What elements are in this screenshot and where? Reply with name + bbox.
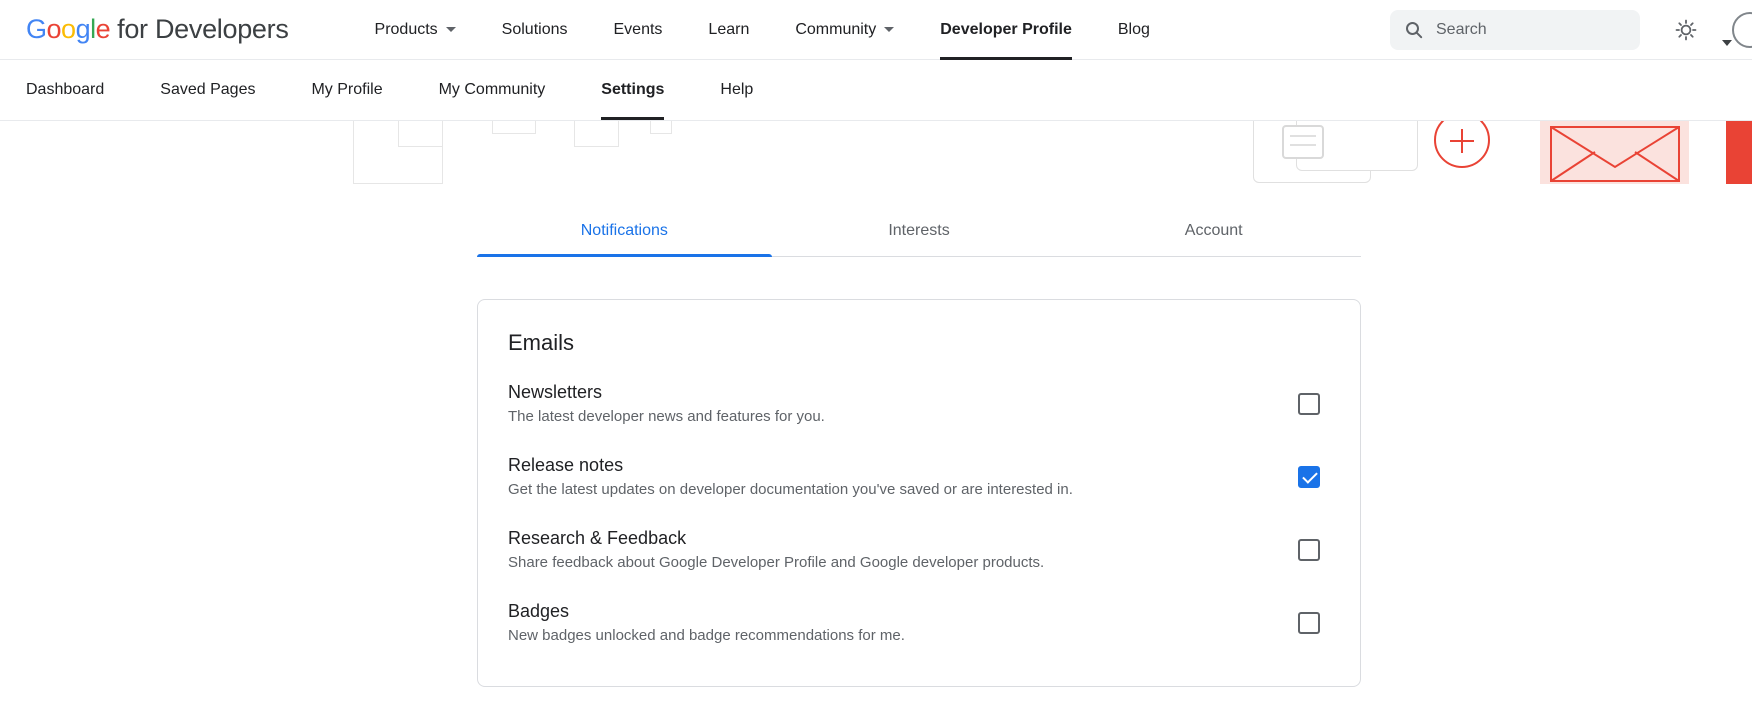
- plus-circle-icon: [1434, 121, 1490, 168]
- nav-item-label: Blog: [1118, 21, 1150, 39]
- subnav-item-my-community[interactable]: My Community: [439, 60, 546, 120]
- google-logo-text: Google: [26, 14, 110, 45]
- setting-text: Research & Feedback Share feedback about…: [508, 528, 1044, 571]
- grid-decoration: [398, 121, 443, 147]
- nav-item-learn[interactable]: Learn: [708, 0, 749, 60]
- nav-item-developer-profile[interactable]: Developer Profile: [940, 0, 1072, 60]
- nav-item-label: Developer Profile: [940, 21, 1072, 39]
- nav-item-products[interactable]: Products: [375, 0, 456, 60]
- setting-text: Badges New badges unlocked and badge rec…: [508, 601, 905, 644]
- tab-label: Interests: [888, 222, 949, 239]
- grid-decoration: [492, 121, 536, 134]
- subnav-item-help[interactable]: Help: [720, 60, 753, 120]
- nav-item-label: Products: [375, 21, 438, 39]
- card-title: Emails: [508, 330, 1330, 356]
- google-developers-logo[interactable]: Google for Developers: [26, 14, 289, 45]
- nav-item-blog[interactable]: Blog: [1118, 0, 1150, 60]
- header-right: [1390, 10, 1752, 50]
- setting-text: Release notes Get the latest updates on …: [508, 455, 1073, 498]
- setting-row-research-feedback: Research & Feedback Share feedback about…: [508, 528, 1330, 571]
- subnav-item-label: Saved Pages: [160, 81, 255, 99]
- light-mode-sun-icon: [1674, 18, 1698, 42]
- subnav-item-settings[interactable]: Settings: [601, 60, 664, 120]
- logo-letter: o: [61, 14, 76, 44]
- logo-letter: e: [96, 14, 111, 44]
- setting-row-release-notes: Release notes Get the latest updates on …: [508, 455, 1330, 498]
- nav-item-label: Learn: [708, 21, 749, 39]
- subnav-item-label: Help: [720, 81, 753, 99]
- chevron-down-icon: [884, 27, 894, 32]
- grid-decoration: [650, 121, 672, 134]
- setting-description: New badges unlocked and badge recommenda…: [508, 627, 905, 644]
- main-nav: Products Solutions Events Learn Communit…: [375, 0, 1150, 60]
- nav-item-label: Community: [795, 21, 876, 39]
- account-menu[interactable]: [1732, 12, 1752, 48]
- search-icon: [1404, 20, 1424, 40]
- setting-description: Share feedback about Google Developer Pr…: [508, 554, 1044, 571]
- nav-item-community[interactable]: Community: [795, 0, 894, 60]
- red-bar-decoration: [1726, 121, 1752, 184]
- profile-sub-nav: Dashboard Saved Pages My Profile My Comm…: [0, 60, 1752, 121]
- setting-name: Badges: [508, 601, 905, 622]
- logo-suffix: for Developers: [117, 14, 288, 45]
- chevron-down-icon: [1722, 40, 1732, 46]
- newsletters-checkbox[interactable]: [1298, 393, 1320, 415]
- setting-description: Get the latest updates on developer docu…: [508, 481, 1073, 498]
- subnav-item-dashboard[interactable]: Dashboard: [26, 60, 104, 120]
- subnav-item-saved-pages[interactable]: Saved Pages: [160, 60, 255, 120]
- subnav-item-label: Settings: [601, 81, 664, 99]
- settings-content: Notifications Interests Account Emails N…: [477, 214, 1361, 687]
- chevron-down-icon: [446, 27, 456, 32]
- tab-label: Notifications: [581, 222, 668, 239]
- setting-row-badges: Badges New badges unlocked and badge rec…: [508, 601, 1330, 644]
- subnav-item-my-profile[interactable]: My Profile: [311, 60, 382, 120]
- nav-item-label: Solutions: [502, 21, 568, 39]
- search-box[interactable]: [1390, 10, 1640, 50]
- top-header: Google for Developers Products Solutions…: [0, 0, 1752, 60]
- badges-checkbox[interactable]: [1298, 612, 1320, 634]
- logo-letter: G: [26, 14, 47, 44]
- nav-item-solutions[interactable]: Solutions: [502, 0, 568, 60]
- research-feedback-checkbox[interactable]: [1298, 539, 1320, 561]
- tab-account[interactable]: Account: [1066, 214, 1361, 256]
- setting-name: Newsletters: [508, 382, 825, 403]
- setting-description: The latest developer news and features f…: [508, 408, 825, 425]
- avatar[interactable]: [1732, 12, 1752, 48]
- release-notes-checkbox[interactable]: [1298, 466, 1320, 488]
- setting-name: Research & Feedback: [508, 528, 1044, 549]
- theme-toggle-button[interactable]: [1674, 18, 1698, 42]
- nav-item-label: Events: [614, 21, 663, 39]
- nav-item-events[interactable]: Events: [614, 0, 663, 60]
- subnav-item-label: Dashboard: [26, 81, 104, 99]
- notes-icon: [1282, 125, 1324, 159]
- logo-letter: o: [47, 14, 62, 44]
- subnav-item-label: My Profile: [311, 81, 382, 99]
- tab-interests[interactable]: Interests: [772, 214, 1067, 256]
- decorative-banner: [0, 121, 1752, 184]
- logo-letter: g: [76, 14, 91, 44]
- tab-label: Account: [1185, 222, 1243, 239]
- search-input[interactable]: [1436, 21, 1626, 39]
- setting-text: Newsletters The latest developer news an…: [508, 382, 825, 425]
- setting-name: Release notes: [508, 455, 1073, 476]
- tab-notifications[interactable]: Notifications: [477, 214, 772, 256]
- setting-row-newsletters: Newsletters The latest developer news an…: [508, 382, 1330, 425]
- subnav-item-label: My Community: [439, 81, 546, 99]
- envelope-icon: [1543, 121, 1689, 184]
- grid-decoration: [574, 121, 619, 147]
- settings-tabs: Notifications Interests Account: [477, 214, 1361, 257]
- emails-card: Emails Newsletters The latest developer …: [477, 299, 1361, 687]
